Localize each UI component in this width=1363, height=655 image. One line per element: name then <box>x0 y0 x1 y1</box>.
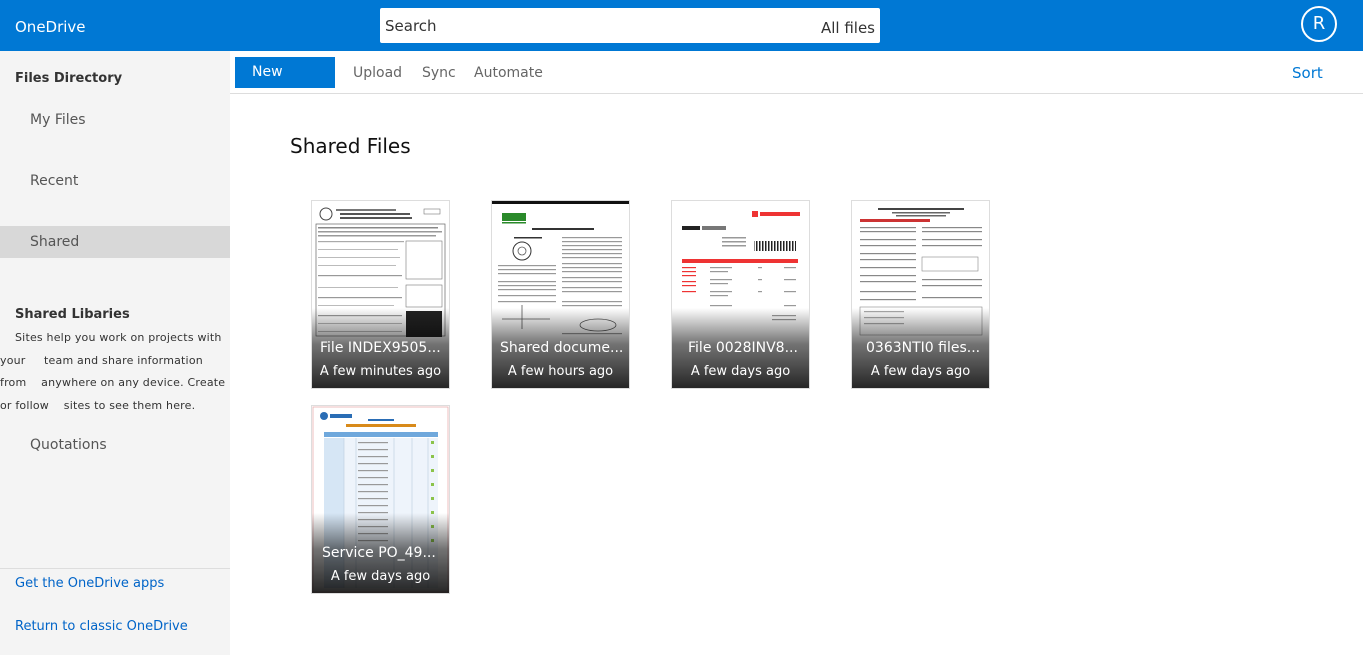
libraries-desc-line: from anywhere on any device. Create <box>0 376 226 389</box>
automate-button[interactable]: Automate <box>474 65 543 81</box>
classic-onedrive-link[interactable]: Return to classic OneDrive <box>15 619 188 634</box>
libraries-desc-line: your team and share information <box>0 354 203 367</box>
file-name: File INDEX9505... <box>320 340 441 356</box>
sort-button[interactable]: Sort <box>1292 64 1323 82</box>
file-modified-date: A few days ago <box>330 569 431 584</box>
file-modified-date: A few days ago <box>690 364 791 379</box>
file-tile[interactable]: File INDEX9505... A few minutes ago <box>311 200 450 389</box>
file-modified-date: A few hours ago <box>507 364 614 379</box>
file-name: Service PO_49... <box>322 545 436 561</box>
file-tile[interactable]: File 0028INV8... A few days ago <box>671 200 810 389</box>
search-scope-selector[interactable]: All files <box>821 19 875 37</box>
command-bar: New Upload Sync Automate Sort <box>230 51 1363 94</box>
sidebar-item-recent[interactable]: Recent <box>0 165 230 197</box>
sync-button[interactable]: Sync <box>422 65 456 81</box>
shared-libraries-heading: Shared Libaries <box>15 307 130 322</box>
new-button[interactable]: New <box>235 57 335 88</box>
sidebar-item-shared[interactable]: Shared <box>0 226 230 258</box>
file-tile[interactable]: Service PO_49... A few days ago <box>311 405 450 594</box>
page-title: Shared Files <box>290 134 411 158</box>
avatar[interactable]: R <box>1301 6 1337 42</box>
top-bar: OneDrive All files R <box>0 0 1363 51</box>
search-box[interactable]: All files <box>380 8 880 43</box>
file-modified-date: A few days ago <box>870 364 971 379</box>
file-name: Shared docume... <box>500 340 624 356</box>
libraries-desc-line: or follow sites to see them here. <box>0 399 196 412</box>
sidebar: Files Directory My Files Recent Shared S… <box>0 51 230 655</box>
file-tile[interactable]: 0363NTI0 files... A few days ago <box>851 200 990 389</box>
sidebar-heading: Files Directory <box>15 71 123 86</box>
get-apps-link[interactable]: Get the OneDrive apps <box>15 576 164 591</box>
file-tile[interactable]: Shared docume... A few hours ago <box>491 200 630 389</box>
sidebar-item-my-files[interactable]: My Files <box>0 104 230 136</box>
app-title[interactable]: OneDrive <box>15 18 86 36</box>
file-name: File 0028INV8... <box>688 340 798 356</box>
libraries-desc-line: Sites help you work on projects with <box>15 331 222 344</box>
sidebar-divider <box>0 568 230 569</box>
sidebar-item-quotations[interactable]: Quotations <box>0 429 230 461</box>
file-modified-date: A few minutes ago <box>319 364 442 379</box>
file-name: 0363NTI0 files... <box>866 340 981 356</box>
upload-button[interactable]: Upload <box>353 65 402 81</box>
search-input[interactable] <box>380 8 800 43</box>
